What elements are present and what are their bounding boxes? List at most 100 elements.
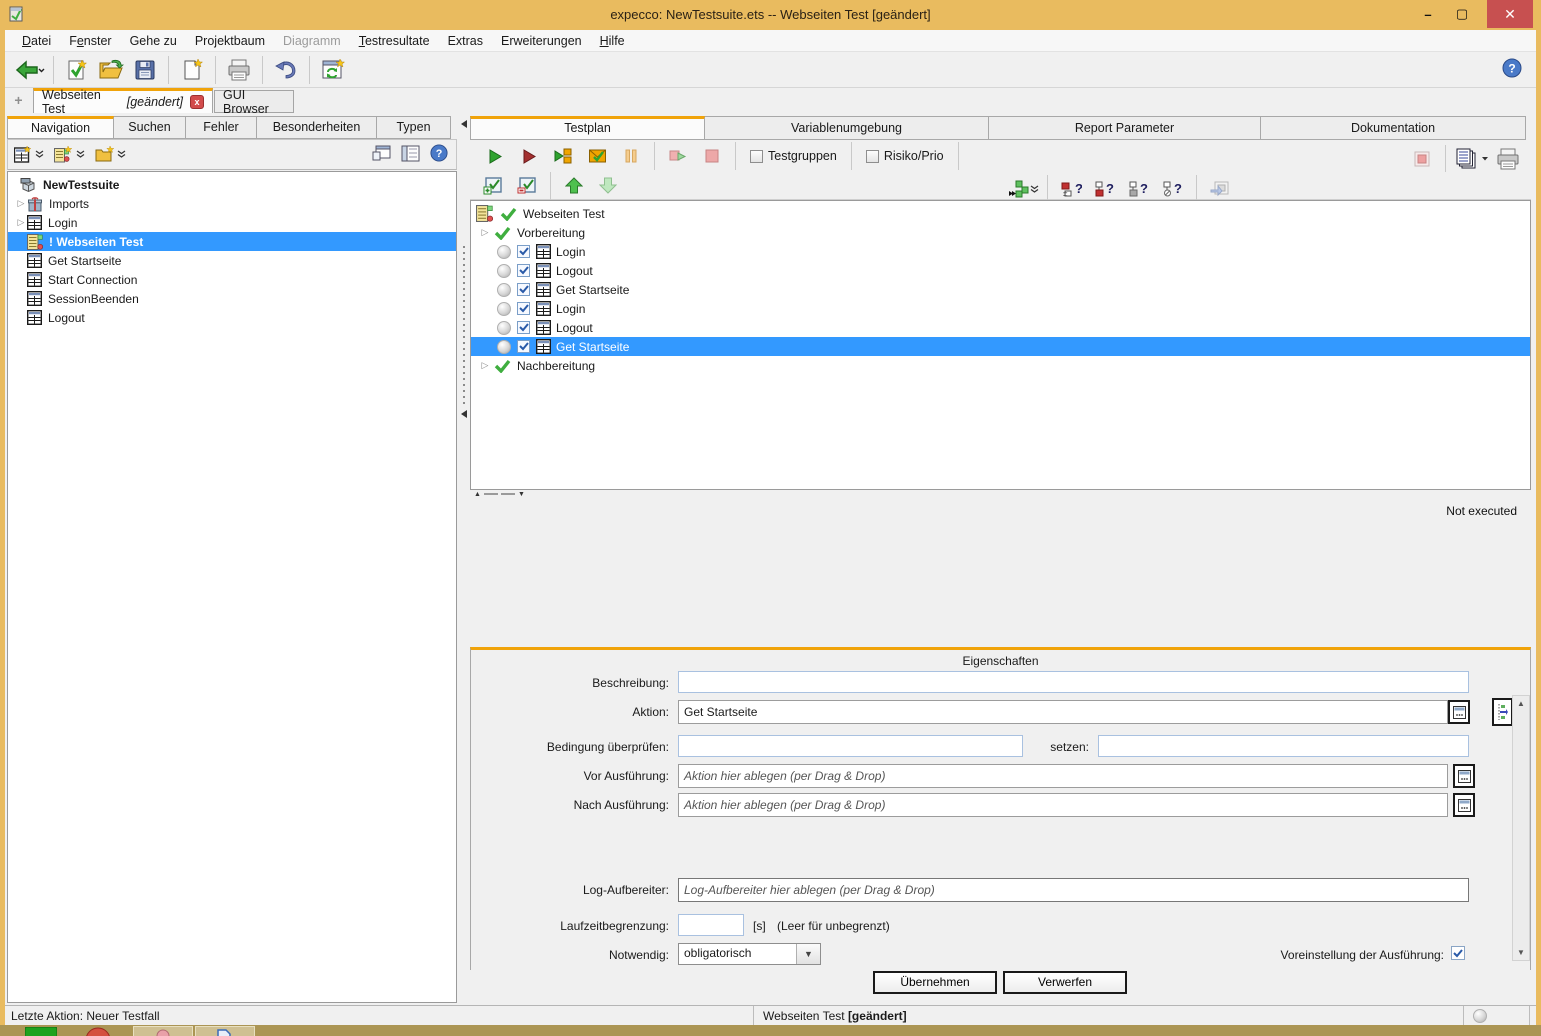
run-selected-icon[interactable]: [548, 141, 578, 171]
testplan-group-row[interactable]: ▷ Nachbereitung: [471, 356, 1530, 375]
beschreibung-input[interactable]: [678, 671, 1469, 693]
maximize-button[interactable]: ▢: [1445, 0, 1479, 28]
enabled-checkbox[interactable]: [517, 302, 530, 315]
tab-dokumentation[interactable]: Dokumentation: [1261, 116, 1526, 140]
tab-report-parameter[interactable]: Report Parameter: [989, 116, 1261, 140]
tab-fehler[interactable]: Fehler: [186, 116, 257, 139]
report-pages-icon[interactable]: [1454, 144, 1489, 174]
back-icon[interactable]: [15, 55, 45, 85]
menu-testresultate[interactable]: Testresultate: [350, 32, 439, 50]
nach-browse-button[interactable]: [1453, 793, 1475, 817]
nach-ausfuehrung-dropzone[interactable]: Aktion hier ablegen (per Drag & Drop): [678, 793, 1448, 817]
collapse-left-icon[interactable]: [461, 410, 467, 418]
goto-action-button[interactable]: [1492, 698, 1513, 726]
tree-item-sessionbeenden[interactable]: SessionBeenden: [8, 289, 456, 308]
close-button[interactable]: ✕: [1487, 0, 1533, 28]
testplan-step-row[interactable]: Logout: [471, 318, 1530, 337]
testplan-step-row[interactable]: Login: [471, 299, 1530, 318]
menu-extras[interactable]: Extras: [439, 32, 492, 50]
testplan-group-row[interactable]: ▷ Vorbereitung: [471, 223, 1530, 242]
tab-besonderheiten[interactable]: Besonderheiten: [257, 116, 377, 139]
enabled-checkbox[interactable]: [517, 283, 530, 296]
menu-datei[interactable]: Datei: [13, 32, 60, 50]
tree-item-webseiten-test-selected[interactable]: ! Webseiten Test: [8, 232, 456, 251]
scroll-up-icon[interactable]: ▲: [1515, 699, 1527, 708]
tab-close-icon[interactable]: x: [190, 95, 204, 109]
save-icon[interactable]: [130, 55, 160, 85]
apply-button[interactable]: Übernehmen: [873, 971, 997, 994]
voreinstellung-checkbox[interactable]: [1451, 946, 1465, 960]
tab-typen[interactable]: Typen: [377, 116, 451, 139]
tab-testplan[interactable]: Testplan: [470, 116, 705, 140]
testplan-step-row-selected[interactable]: Get Startseite: [471, 337, 1530, 356]
run-failed-icon[interactable]: [514, 141, 544, 171]
tree-item-newtestsuite[interactable]: NewTestsuite: [8, 175, 456, 194]
testplan-step-row[interactable]: Login: [471, 242, 1530, 261]
add-item-icon[interactable]: [478, 171, 508, 201]
aktion-browse-button[interactable]: [1448, 700, 1470, 724]
vor-ausfuehrung-dropzone[interactable]: Aktion hier ablegen (per Drag & Drop): [678, 764, 1448, 788]
setzen-input[interactable]: [1098, 735, 1469, 757]
tree-item-login[interactable]: ▷ Login: [8, 213, 456, 232]
enabled-checkbox[interactable]: [517, 340, 530, 353]
tree-item-start-connection[interactable]: Start Connection: [8, 270, 456, 289]
minimize-button[interactable]: –: [1411, 0, 1445, 28]
taskbar-tab-1[interactable]: [133, 1026, 193, 1036]
dropdown-arrow-icon[interactable]: ▼: [796, 944, 820, 964]
open-file-icon[interactable]: [96, 55, 126, 85]
testplan-step-row[interactable]: Get Startseite: [471, 280, 1530, 299]
discard-button[interactable]: Verwerfen: [1003, 971, 1127, 994]
expander-icon[interactable]: ▷: [15, 198, 27, 209]
expander-icon[interactable]: ▷: [15, 217, 27, 228]
tab-variablenumgebung[interactable]: Variablenumgebung: [705, 116, 989, 140]
tab-gui-browser[interactable]: GUI Browser: [214, 90, 294, 113]
menu-projektbaum[interactable]: Projektbaum: [186, 32, 274, 50]
remove-item-icon[interactable]: [512, 171, 542, 201]
detach-view-icon[interactable]: [372, 145, 391, 162]
help-icon[interactable]: ?: [430, 144, 448, 162]
expander-icon[interactable]: ▷: [479, 227, 491, 238]
bedingung-input[interactable]: [678, 735, 1023, 757]
taskbar-green-icon[interactable]: [25, 1027, 57, 1036]
split-view-icon[interactable]: [401, 145, 420, 162]
enabled-checkbox[interactable]: [517, 321, 530, 334]
enabled-checkbox[interactable]: [517, 245, 530, 258]
taskbar-tab-2[interactable]: [195, 1026, 255, 1036]
new-testplan-button[interactable]: [54, 146, 85, 163]
tree-item-logout[interactable]: Logout: [8, 308, 456, 327]
checkbox-icon[interactable]: [866, 150, 879, 163]
run-all-icon[interactable]: [480, 141, 510, 171]
reload-browser-icon[interactable]: [318, 55, 348, 85]
tab-webseiten-test[interactable]: Webseiten Test [geändert] x: [33, 88, 213, 113]
menu-gehe-zu[interactable]: Gehe zu: [121, 32, 186, 50]
tab-navigation[interactable]: Navigation: [7, 116, 114, 139]
risiko-prio-checkbox[interactable]: Risiko/Prio: [866, 149, 944, 163]
menu-erweiterungen[interactable]: Erweiterungen: [492, 32, 591, 50]
menu-hilfe[interactable]: Hilfe: [591, 32, 634, 50]
print-icon[interactable]: [224, 55, 254, 85]
print-report-icon[interactable]: [1493, 144, 1523, 174]
undo-icon[interactable]: [271, 55, 301, 85]
testgruppen-checkbox[interactable]: Testgruppen: [750, 149, 837, 163]
vor-browse-button[interactable]: [1453, 764, 1475, 788]
collapse-left-icon[interactable]: [461, 120, 467, 128]
taskbar-red-icon[interactable]: [85, 1027, 112, 1036]
aktion-field[interactable]: Get Startseite: [678, 700, 1448, 724]
properties-scrollbar[interactable]: ▲ ▼: [1512, 695, 1530, 961]
move-up-icon[interactable]: [559, 171, 589, 201]
notwendig-dropdown[interactable]: obligatorisch ▼: [678, 943, 821, 965]
tree-item-imports[interactable]: ▷ Imports: [8, 194, 456, 213]
tree-item-get-startseite[interactable]: Get Startseite: [8, 251, 456, 270]
help-icon[interactable]: ?: [1502, 58, 1522, 78]
run-report-icon[interactable]: [582, 141, 612, 171]
log-aufbereiter-dropzone[interactable]: Log-Aufbereiter hier ablegen (per Drag &…: [678, 878, 1469, 902]
testplan-root-row[interactable]: Webseiten Test: [471, 204, 1530, 223]
enabled-checkbox[interactable]: [517, 264, 530, 277]
menu-fenster[interactable]: Fenster: [60, 32, 120, 50]
laufzeitbegrenzung-input[interactable]: [678, 914, 744, 936]
verify-icon[interactable]: [62, 55, 92, 85]
new-testcase-button[interactable]: [14, 146, 44, 163]
scroll-down-icon[interactable]: ▼: [1515, 948, 1527, 957]
testplan-step-row[interactable]: Logout: [471, 261, 1530, 280]
add-tab-icon[interactable]: +: [11, 93, 26, 108]
